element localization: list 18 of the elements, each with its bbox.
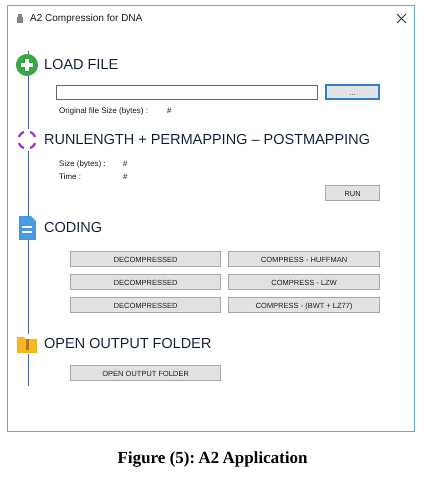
info-label: Size (bytes) :: [59, 158, 107, 170]
window-title: A2 Compression for DNA: [30, 12, 144, 24]
info-label: Time :: [59, 171, 82, 183]
section-heading: RUNLENGTH + PERMAPPING – POSTMAPPING: [44, 132, 370, 148]
info-label: Original file Size (bytes) :: [59, 105, 149, 117]
section-heading: OPEN OUTPUT FOLDER: [44, 336, 212, 352]
info-value: #: [167, 105, 172, 117]
app-icon: [16, 14, 24, 22]
file-path-field[interactable]: [56, 84, 318, 100]
info-value: #: [123, 158, 128, 170]
figure-caption: Figure (5): A2 Application: [118, 448, 308, 467]
close-icon[interactable]: [397, 14, 406, 22]
section-heading: CODING: [44, 220, 102, 236]
section-heading: LOAD FILE: [44, 57, 118, 73]
document-icon: [16, 216, 38, 240]
plus-icon: [16, 54, 38, 76]
info-value: #: [123, 171, 128, 183]
folder-icon: [16, 334, 38, 354]
